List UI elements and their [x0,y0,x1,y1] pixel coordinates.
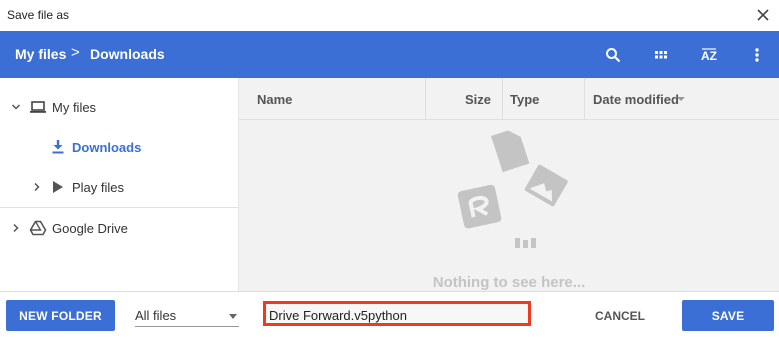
dialog-title: Save file as [7,8,70,22]
navigation-sidebar: My files Downloads Play files Google Dri… [0,78,239,291]
cancel-button[interactable]: CANCEL [583,300,657,331]
empty-folder-illustration-icon [457,130,568,248]
sidebar-item-label: My files [52,100,97,115]
column-type[interactable]: Type [502,78,585,119]
file-type-filter-value: All files [135,308,177,323]
dropdown-caret-icon [229,314,237,319]
dialog-footer: NEW FOLDER All files CANCEL SAVE [0,291,779,338]
filename-input[interactable] [269,306,524,324]
breadcrumb-separator: > [71,44,80,61]
sidebar-item-downloads[interactable]: Downloads [0,130,238,164]
toolbar: My files > Downloads AZ [0,31,779,78]
sidebar-item-label: Google Drive [52,221,128,236]
file-type-filter-select[interactable]: All files [135,306,239,327]
column-size-label: Size [464,92,491,107]
search-icon[interactable] [601,43,625,67]
more-vert-icon[interactable] [745,43,769,67]
sidebar-item-label: Downloads [72,140,142,155]
sort-az-icon[interactable]: AZ [697,43,721,67]
sort-az-label: AZ [701,49,717,63]
file-list-area: Name Size Type Date modified Nothing to … [239,78,779,291]
filename-field-wrapper [263,301,531,326]
column-header-row: Name Size Type Date modified [239,78,779,120]
play-files-icon [53,181,63,193]
breadcrumb-my-files[interactable]: My files [15,46,66,62]
column-name-label: Name [257,92,293,107]
new-folder-button[interactable]: NEW FOLDER [6,300,115,331]
column-date-label: Date modified [593,92,679,107]
chevron-down-icon[interactable] [9,100,23,114]
sidebar-item-google-drive[interactable]: Google Drive [0,211,238,245]
sidebar-divider [0,207,238,208]
grid-view-icon[interactable] [649,43,673,67]
column-size[interactable]: Size [425,78,503,119]
column-type-label: Type [510,92,540,107]
chevron-right-icon[interactable] [30,180,44,194]
close-icon[interactable] [753,5,773,25]
empty-state-message: Nothing to see here... [432,274,586,291]
dialog-titlebar: Save file as [0,0,779,31]
sort-arrow-icon [677,97,685,101]
laptop-icon [30,101,46,113]
sidebar-item-label: Play files [72,180,125,195]
column-name[interactable]: Name [239,78,425,119]
breadcrumb-downloads[interactable]: Downloads [90,46,165,62]
column-date-modified[interactable]: Date modified [584,78,779,119]
download-icon [52,140,64,154]
sidebar-item-my-files[interactable]: My files [0,90,238,124]
drive-icon [29,220,47,236]
save-button[interactable]: SAVE [682,300,774,331]
sidebar-item-play-files[interactable]: Play files [0,170,238,204]
chevron-right-icon[interactable] [9,221,23,235]
